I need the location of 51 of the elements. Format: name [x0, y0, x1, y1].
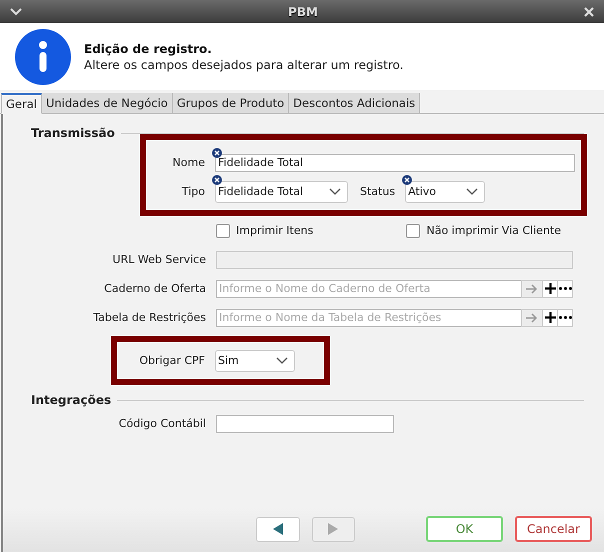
chevron-down-icon[interactable]: [10, 8, 22, 16]
triangle-right-icon: [328, 523, 338, 535]
tab[interactable]: Descontos Adicionais: [289, 93, 420, 113]
checkbox[interactable]: [406, 224, 420, 238]
dialog-subtitle: Altere os campos desejados para alterar um registro.: [84, 58, 404, 72]
plus-icon: [544, 312, 556, 323]
field-label: URL Web Service: [112, 253, 206, 266]
back-button[interactable]: [256, 516, 300, 542]
dropdown[interactable]: Sim: [215, 350, 295, 372]
dropdown[interactable]: Fidelidade Total: [215, 180, 348, 202]
window-title: PBM: [288, 4, 318, 18]
tab[interactable]: Unidades de Negócio: [42, 93, 173, 113]
field-label: Nome: [172, 156, 205, 169]
close-icon[interactable]: [584, 6, 594, 16]
add-button[interactable]: [542, 280, 558, 298]
clear-icon[interactable]: [212, 174, 222, 184]
arrow-right-icon: [526, 284, 538, 294]
text-field[interactable]: Fidelidade Total: [215, 154, 575, 172]
caret-icon: [466, 188, 478, 195]
text-field[interactable]: [216, 414, 394, 432]
field-label: Obrigar CPF: [138, 354, 205, 367]
ellipsis-icon: [558, 316, 572, 319]
search-field[interactable]: Informe o Nome da Tabela de Restrições: [216, 308, 522, 326]
checkbox[interactable]: [216, 224, 230, 238]
more-button[interactable]: [557, 280, 573, 298]
ellipsis-icon: [558, 287, 572, 290]
clear-icon[interactable]: [402, 174, 412, 184]
field-label: Tipo: [180, 185, 205, 198]
tab[interactable]: Geral: [1, 93, 42, 114]
tab[interactable]: Grupos de Produto: [172, 93, 290, 113]
section-title: Integrações: [31, 393, 112, 407]
checkbox-label: Imprimir Itens: [236, 224, 314, 237]
arrow-right-icon: [526, 312, 538, 322]
info-icon: [15, 28, 71, 84]
ok-button[interactable]: OK: [426, 516, 504, 542]
section-title: Transmissão: [31, 126, 115, 140]
add-button[interactable]: [542, 308, 558, 326]
caret-icon: [276, 357, 288, 364]
search-field[interactable]: Informe o Nome do Caderno de Oferta: [216, 280, 522, 298]
field-label: Código Contábil: [118, 417, 206, 430]
caret-icon: [329, 188, 341, 195]
triangle-left-icon: [272, 523, 283, 535]
checkbox-label: Não imprimir Via Cliente: [426, 224, 561, 237]
dialog-heading: Edição de registro.: [84, 42, 213, 56]
more-button[interactable]: [557, 308, 573, 326]
field-label: Tabela de Restrições: [92, 311, 206, 324]
field-label: Caderno de Oferta: [103, 282, 206, 295]
dropdown[interactable]: Ativo: [405, 180, 486, 202]
plus-icon: [544, 283, 556, 294]
cancel-button[interactable]: Cancelar: [515, 516, 592, 542]
field-label: Status: [360, 185, 396, 198]
